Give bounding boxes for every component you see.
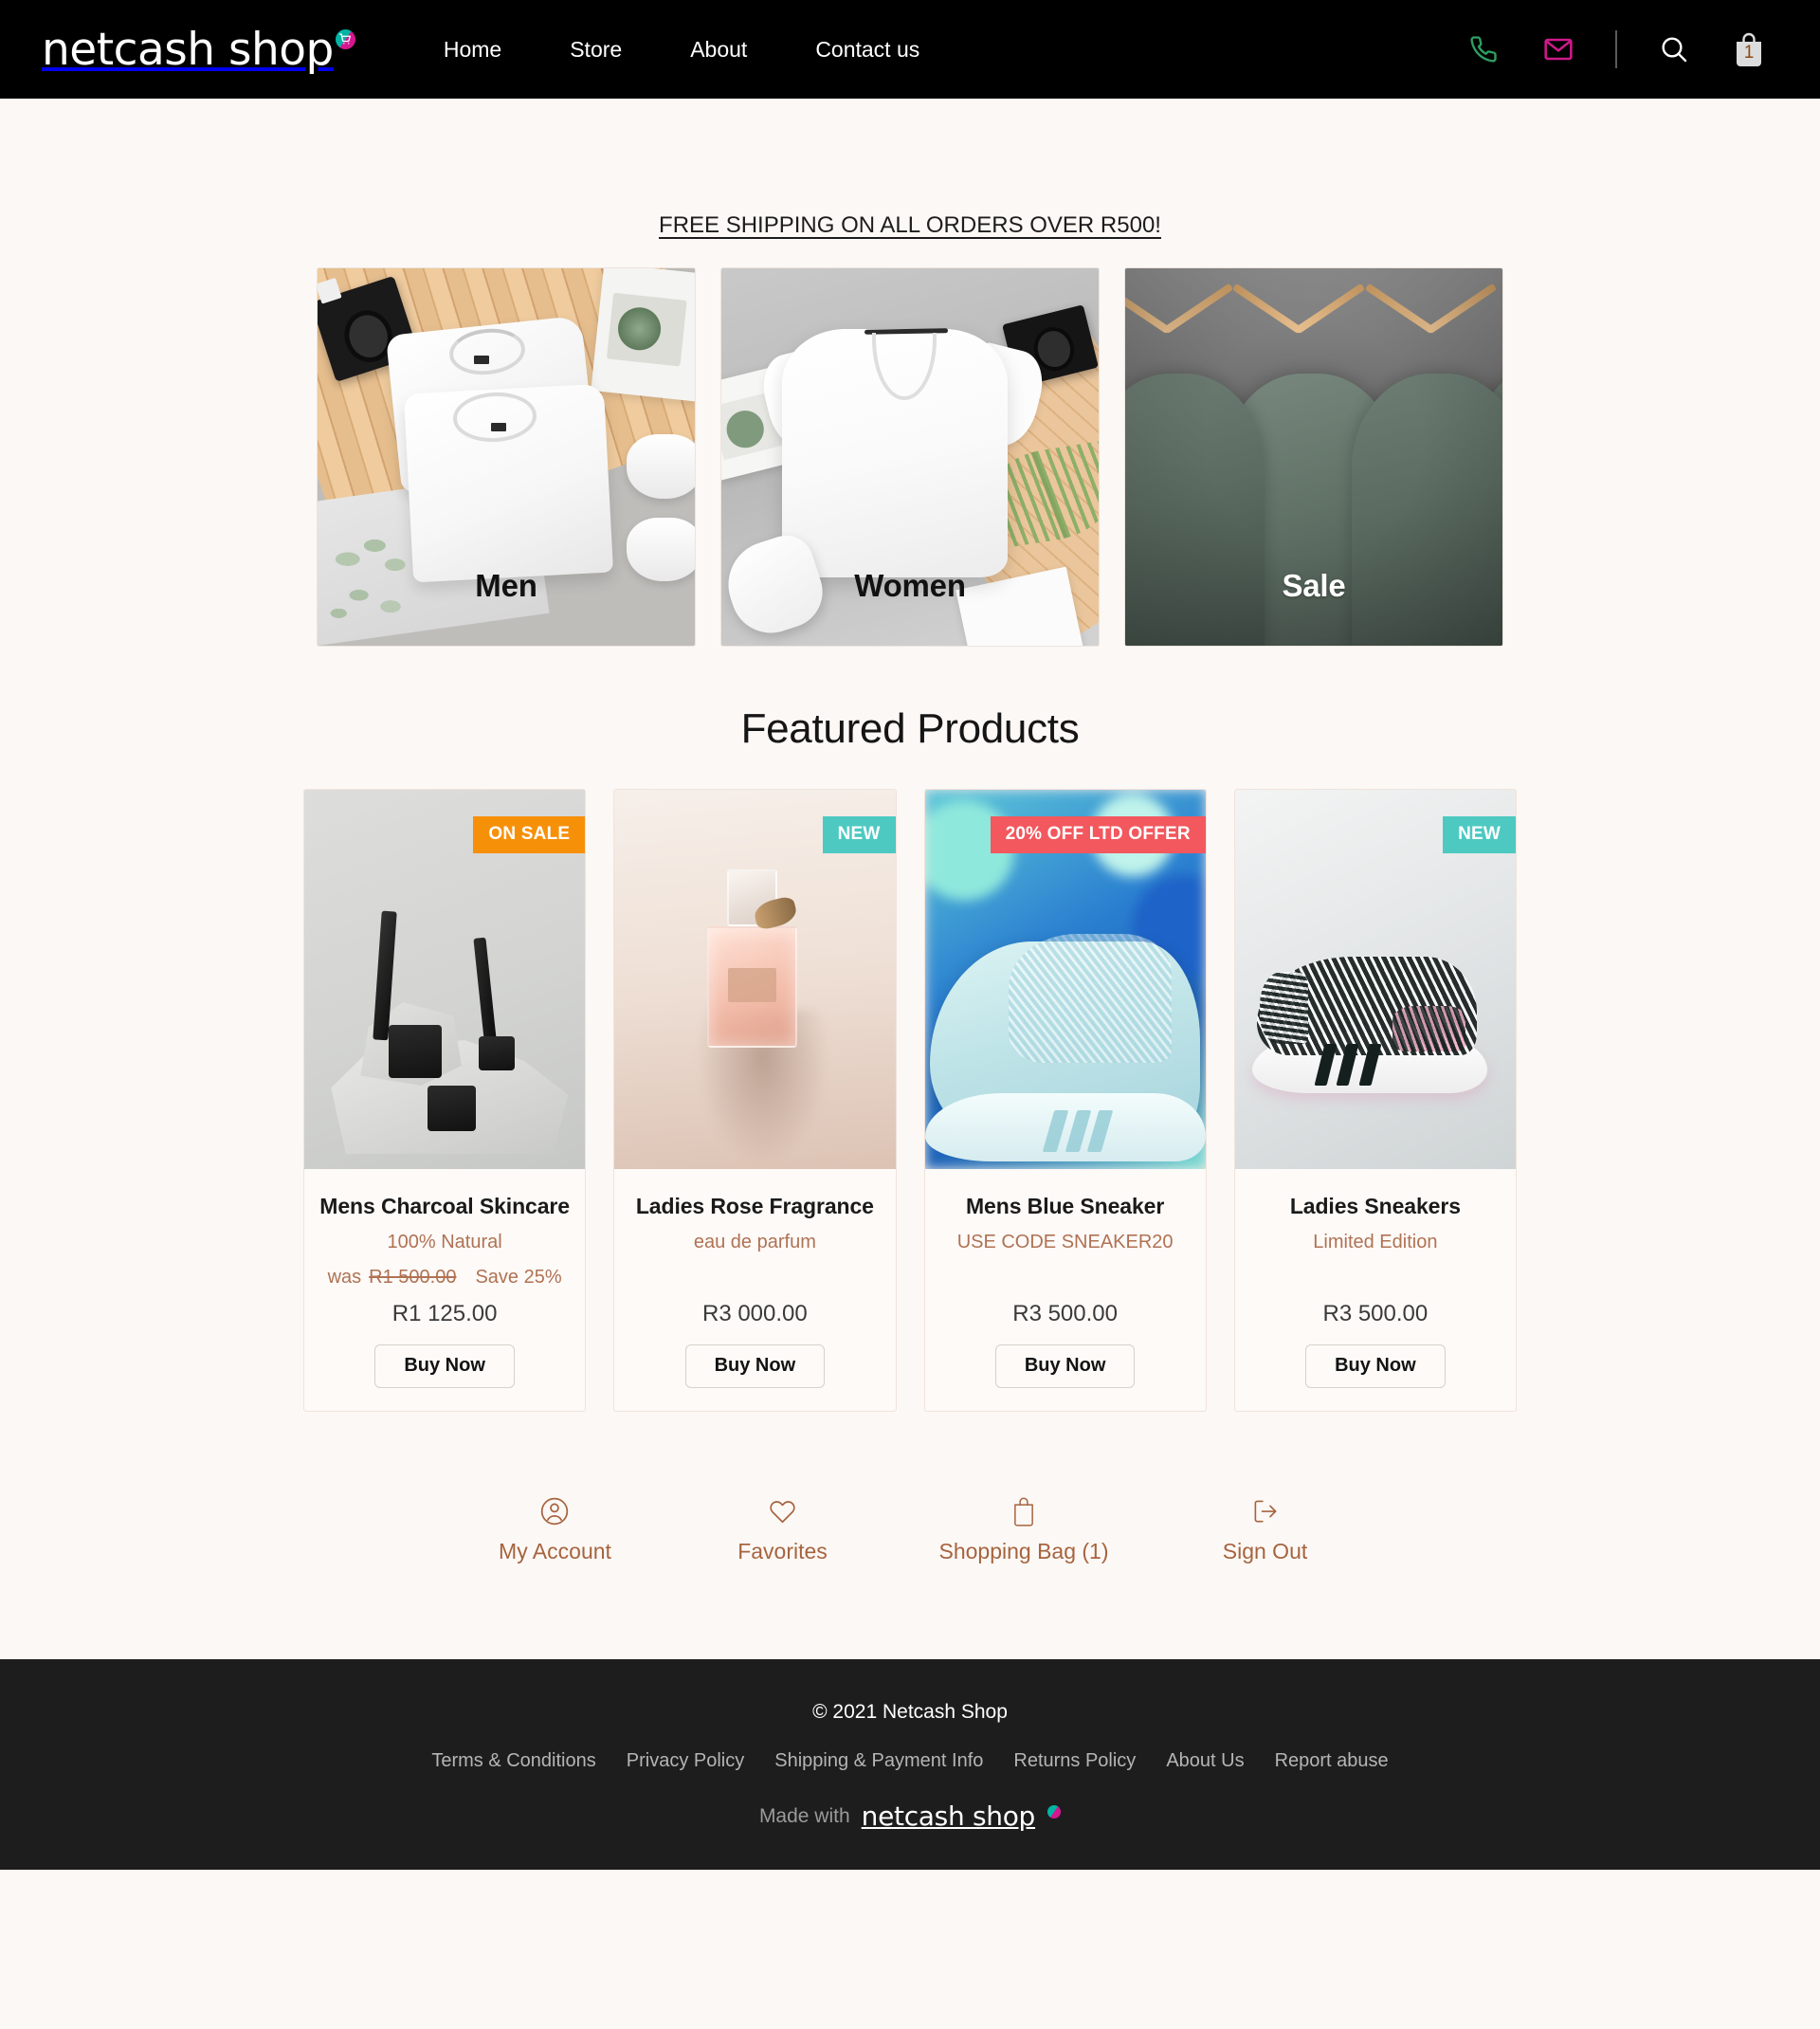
- footer-links: Terms & Conditions Privacy Policy Shippi…: [0, 1750, 1820, 1772]
- shopping-bag-icon: [1010, 1493, 1037, 1529]
- featured-products-grid: ON SALE Mens Charcoal Skincare 100% Natu…: [303, 789, 1517, 1412]
- account-link-label: My Account: [499, 1539, 611, 1563]
- site-header: netcash shop Home Store About Contact us: [0, 0, 1820, 99]
- product-was-price-row: [1052, 1267, 1079, 1289]
- buy-now-button[interactable]: Buy Now: [374, 1344, 515, 1388]
- sign-out-icon: [1251, 1493, 1280, 1529]
- buy-now-button[interactable]: Buy Now: [994, 1344, 1136, 1388]
- account-link-my-account[interactable]: My Account: [483, 1493, 626, 1564]
- phone-icon[interactable]: [1469, 35, 1498, 64]
- product-image: ON SALE: [304, 790, 586, 1169]
- product-image: 20% OFF LTD OFFER: [924, 790, 1206, 1169]
- product-card-mens-blue-sneaker[interactable]: 20% OFF LTD OFFER Mens Blue Sneaker USE …: [923, 789, 1207, 1412]
- main-navigation: Home Store About Contact us: [444, 37, 919, 63]
- product-badge: NEW: [1443, 816, 1516, 853]
- was-price: R1 500.00: [369, 1267, 457, 1288]
- category-label-sale: Sale: [1282, 568, 1346, 603]
- main-content: FREE SHIPPING ON ALL ORDERS OVER R500! M…: [0, 99, 1820, 1564]
- was-label: was: [327, 1267, 362, 1288]
- product-subtitle: eau de parfum: [693, 1232, 816, 1252]
- product-badge: ON SALE: [473, 816, 586, 853]
- account-link-sign-out[interactable]: Sign Out: [1194, 1493, 1337, 1564]
- footer-link-returns-policy[interactable]: Returns Policy: [1013, 1750, 1136, 1772]
- category-tiles: Men Women Sale: [303, 267, 1517, 647]
- user-circle-icon: [539, 1493, 570, 1529]
- account-link-label: Sign Out: [1222, 1539, 1308, 1563]
- account-links: My Account Favorites Shopping Bag (1) Si…: [303, 1493, 1517, 1564]
- product-was-price-row: [741, 1267, 768, 1289]
- nav-item-home[interactable]: Home: [444, 37, 501, 63]
- product-price: R3 500.00: [1012, 1301, 1118, 1326]
- footer-logo[interactable]: netcash shop: [862, 1801, 1036, 1832]
- category-tile-sale[interactable]: Sale: [1124, 267, 1503, 647]
- product-was-price-row: [1362, 1267, 1389, 1289]
- product-name: Ladies Rose Fragrance: [635, 1194, 874, 1218]
- account-link-shopping-bag[interactable]: Shopping Bag (1): [938, 1493, 1109, 1564]
- nav-item-contact-us[interactable]: Contact us: [815, 37, 919, 63]
- nav-item-store[interactable]: Store: [570, 37, 622, 63]
- product-price: R1 125.00: [391, 1301, 498, 1326]
- account-link-label: Shopping Bag (1): [938, 1539, 1109, 1563]
- product-card-ladies-rose-fragrance[interactable]: NEW Ladies Rose Fragrance eau de parfum …: [613, 789, 897, 1412]
- envelope-icon[interactable]: [1543, 34, 1574, 64]
- account-link-label: Favorites: [737, 1539, 828, 1563]
- product-subtitle: 100% Natural: [387, 1232, 502, 1252]
- product-image: NEW: [614, 790, 896, 1169]
- shipping-banner: FREE SHIPPING ON ALL ORDERS OVER R500!: [303, 212, 1517, 239]
- footer-link-shipping-payment-info[interactable]: Shipping & Payment Info: [774, 1750, 983, 1772]
- product-badge: 20% OFF LTD OFFER: [990, 816, 1206, 853]
- nav-item-about[interactable]: About: [690, 37, 747, 63]
- header-divider: [1615, 30, 1617, 68]
- shipping-banner-link[interactable]: FREE SHIPPING ON ALL ORDERS OVER R500!: [659, 212, 1161, 238]
- product-card-mens-charcoal-skincare[interactable]: ON SALE Mens Charcoal Skincare 100% Natu…: [303, 789, 587, 1412]
- product-badge: NEW: [822, 816, 896, 853]
- buy-now-button[interactable]: Buy Now: [1305, 1344, 1446, 1388]
- account-link-favorites[interactable]: Favorites: [711, 1493, 853, 1564]
- product-name: Ladies Sneakers: [1289, 1194, 1461, 1218]
- heart-icon: [768, 1493, 797, 1529]
- category-tile-men[interactable]: Men: [317, 267, 696, 647]
- footer-link-terms-conditions[interactable]: Terms & Conditions: [431, 1750, 595, 1772]
- header-actions: 1: [1469, 30, 1782, 68]
- product-card-ladies-sneakers[interactable]: NEW Ladies Sneakers Limited Edition R3 5…: [1233, 789, 1517, 1412]
- footer-copyright: © 2021 Netcash Shop: [812, 1701, 1008, 1723]
- category-label-women: Women: [854, 568, 966, 603]
- category-label-men: Men: [475, 568, 537, 603]
- search-icon[interactable]: [1659, 34, 1689, 64]
- cart-count-badge: 1: [1743, 43, 1755, 63]
- product-name: Mens Charcoal Skincare: [319, 1194, 570, 1218]
- logo-text: netcash shop: [42, 23, 334, 76]
- product-image: NEW: [1234, 790, 1516, 1169]
- footer-link-privacy-policy[interactable]: Privacy Policy: [627, 1750, 744, 1772]
- product-subtitle: Limited Edition: [1313, 1232, 1438, 1252]
- footer-made-with: Made with netcash shop: [0, 1801, 1820, 1832]
- footer-link-report-abuse[interactable]: Report abuse: [1275, 1750, 1389, 1772]
- featured-products-title: Featured Products: [740, 705, 1080, 752]
- product-name: Mens Blue Sneaker: [966, 1194, 1165, 1218]
- product-price: R3 000.00: [701, 1301, 808, 1326]
- site-logo[interactable]: netcash shop: [42, 27, 355, 72]
- footer-link-about-us[interactable]: About Us: [1166, 1750, 1244, 1772]
- product-subtitle: USE CODE SNEAKER20: [956, 1232, 1174, 1252]
- category-tile-women[interactable]: Women: [720, 267, 1100, 647]
- product-was-price-row: was R1 500.00 Save 25%: [328, 1267, 562, 1289]
- product-price: R3 500.00: [1322, 1301, 1429, 1326]
- shopping-cart-icon: [1047, 1804, 1062, 1819]
- shopping-cart-icon: [335, 28, 355, 49]
- made-with-label: Made with: [758, 1804, 850, 1827]
- site-footer: © 2021 Netcash Shop Terms & Conditions P…: [0, 1659, 1820, 1870]
- buy-now-button[interactable]: Buy Now: [684, 1344, 826, 1388]
- save-text: Save 25%: [475, 1267, 562, 1288]
- shopping-bag-icon[interactable]: 1: [1733, 30, 1765, 68]
